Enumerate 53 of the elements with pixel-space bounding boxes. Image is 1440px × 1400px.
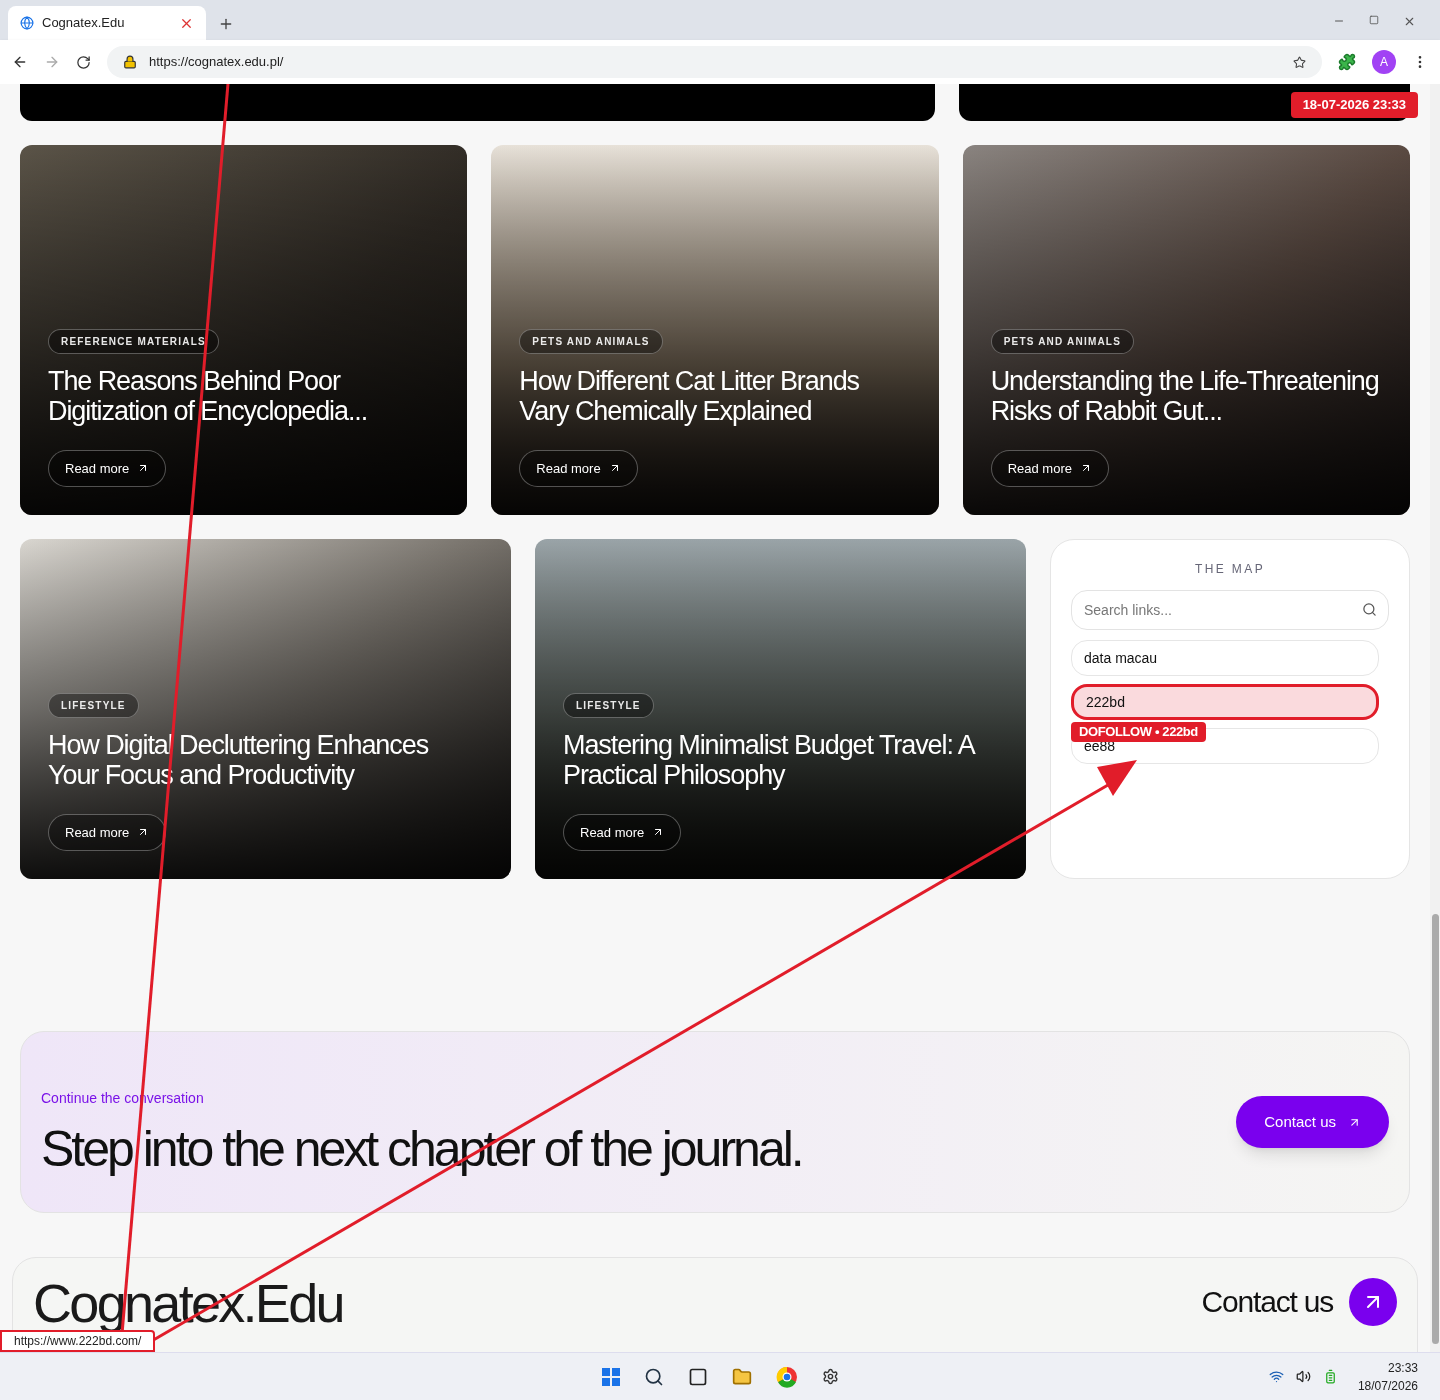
lock-icon [123, 55, 137, 69]
read-more-button[interactable]: Read more [48, 449, 167, 487]
link-item[interactable]: 222bd [1071, 684, 1379, 720]
tab-title: Cognatex.Edu [42, 14, 126, 33]
globe-icon [20, 16, 34, 30]
read-more-button[interactable]: Read more [990, 449, 1109, 487]
article-card[interactable]: LIFESTYLE Mastering Minimalist Budget Travel: A Practical Philosophy Read more [535, 539, 1026, 879]
footer-contact-link[interactable]: Contact us [1201, 1284, 1333, 1320]
timestamp-badge: 18-07-2026 23:33 [1290, 92, 1418, 118]
article-title: How Different Cat Litter Brands Vary Chemically Explained [519, 365, 860, 426]
folder-icon[interactable] [731, 1366, 752, 1387]
tooltip-badge: DOFOLLOW • 222bd [1071, 722, 1206, 742]
status-url: https://www.222bd.com/ [0, 1330, 156, 1352]
link-item[interactable]: data macau [1071, 640, 1379, 676]
search-icon[interactable] [643, 1366, 664, 1387]
article-card[interactable]: PETS AND ANIMALS Understanding the Life-Threatening Risks of Rabbit Gut... Read more [962, 145, 1410, 515]
settings-icon[interactable] [821, 1368, 839, 1385]
star-icon[interactable] [1293, 55, 1306, 69]
category-tag: REFERENCE MATERIALS [48, 328, 219, 354]
read-more-button[interactable]: Read more [563, 813, 682, 851]
reload-icon[interactable] [76, 54, 91, 70]
read-more-button[interactable]: Read more [519, 449, 638, 487]
browser-tab[interactable]: Cognatex.Edu [8, 6, 206, 40]
category-tag: PETS AND ANIMALS [519, 328, 663, 354]
close-icon[interactable] [1403, 15, 1416, 28]
taskbar-time: 23:33 [1387, 1359, 1418, 1377]
category-tag: LIFESTYLE [48, 692, 139, 718]
article-card[interactable]: PETS AND ANIMALS How Different Cat Litter Brands Vary Chemically Explained Read more [491, 145, 939, 515]
contact-circle-button[interactable] [1349, 1278, 1397, 1326]
taskbar-date: 18/07/2026 [1357, 1377, 1418, 1395]
category-tag: LIFESTYLE [563, 692, 654, 718]
search-field[interactable]: Search links... [1071, 590, 1389, 630]
windows-start-icon[interactable] [601, 1367, 620, 1386]
network-icon[interactable] [1268, 1369, 1284, 1384]
address-bar[interactable]: https://cognatex.edu.pl/ [107, 46, 1322, 78]
map-title: THE MAP [1193, 561, 1267, 578]
task-view-icon[interactable] [687, 1366, 708, 1387]
read-more-button[interactable]: Read more [48, 813, 167, 851]
article-card[interactable]: REFERENCE MATERIALS The Reasons Behind Poor Digitization of Encyclopedia... Read more [20, 145, 468, 515]
new-tab-icon[interactable] [218, 16, 234, 32]
search-icon [1362, 602, 1377, 617]
article-title: Understanding the Life-Threatening Risks of Rabbit Gut... [990, 365, 1380, 426]
contact-button[interactable]: Contact us [1236, 1096, 1389, 1148]
profile-avatar[interactable]: A [1372, 50, 1396, 74]
article-title: Mastering Minimalist Budget Travel: A Practical Philosophy [563, 729, 975, 790]
puzzle-icon[interactable] [1338, 53, 1356, 71]
category-tag: PETS AND ANIMALS [990, 328, 1134, 354]
maximize-icon[interactable] [1369, 15, 1379, 25]
back-icon[interactable] [12, 54, 28, 70]
article-title: The Reasons Behind Poor Digitization of Encyclopedia... [48, 365, 369, 426]
url-text: https://cognatex.edu.pl/ [149, 53, 285, 72]
chrome-icon[interactable] [775, 1365, 798, 1388]
volume-icon[interactable] [1295, 1369, 1311, 1384]
